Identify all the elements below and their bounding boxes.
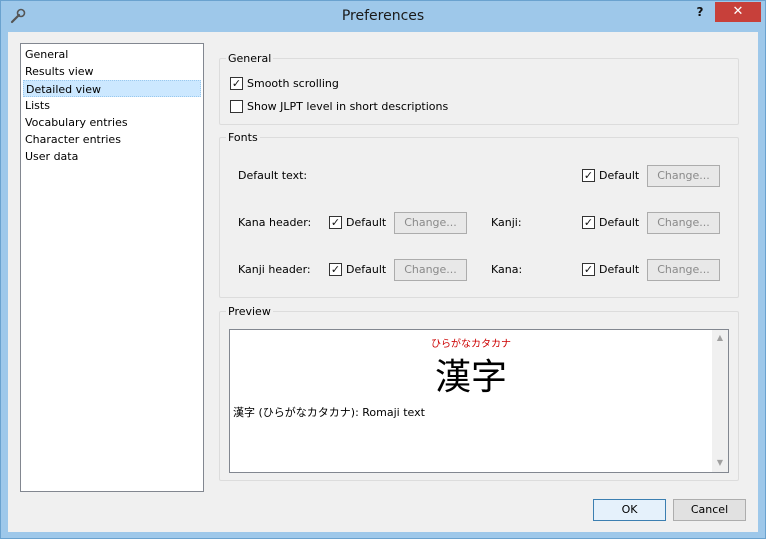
default-text-label: Default text:: [238, 169, 308, 182]
general-group: General ✓ Smooth scrolling Show JLPT lev…: [219, 52, 739, 125]
scroll-down-icon[interactable]: ▼: [715, 458, 725, 467]
kanji-label: Kanji:: [491, 216, 522, 229]
nav-item-lists[interactable]: Lists: [23, 97, 201, 114]
kanji-default-label: Default: [599, 216, 640, 229]
show-jlpt-label: Show JLPT level in short descriptions: [247, 100, 449, 113]
kana-default-checkbox[interactable]: ✓: [582, 263, 595, 276]
preview-pane[interactable]: ひらがなカタカナ 漢字 漢字 (ひらがなカタカナ): Romaji text ▲…: [229, 329, 729, 473]
kanji-header-default-label: Default: [346, 263, 387, 276]
fonts-group: Fonts Default text: ✓ Default Change... …: [219, 131, 739, 298]
smooth-scrolling-label: Smooth scrolling: [247, 77, 339, 90]
kanji-header-default-checkbox[interactable]: ✓: [329, 263, 342, 276]
general-group-title: General: [226, 52, 274, 65]
window-title: Preferences: [341, 8, 425, 24]
scroll-up-icon[interactable]: ▲: [715, 333, 725, 342]
help-button[interactable]: ?: [687, 2, 713, 22]
default-text-change-button[interactable]: Change...: [647, 165, 720, 187]
nav-item-user-data[interactable]: User data: [23, 148, 201, 165]
preview-short-description: 漢字 (ひらがなカタカナ): Romaji text: [233, 406, 425, 419]
kanji-change-button[interactable]: Change...: [647, 212, 720, 234]
smooth-scrolling-checkbox[interactable]: ✓: [230, 77, 243, 90]
preview-group-title: Preview: [226, 305, 273, 318]
ok-button[interactable]: OK: [593, 499, 666, 521]
kana-header-default-checkbox[interactable]: ✓: [329, 216, 342, 229]
kanji-header-label: Kanji header:: [238, 263, 311, 276]
kana-header-label: Kana header:: [238, 216, 312, 229]
nav-item-general[interactable]: General: [23, 46, 201, 63]
preview-scrollbar[interactable]: ▲ ▼: [712, 330, 728, 472]
title-bar[interactable]: Preferences ? ✕: [1, 1, 765, 32]
dialog-client-area: General Results view Detailed view Lists…: [8, 32, 758, 532]
fonts-group-title: Fonts: [226, 131, 260, 144]
category-list[interactable]: General Results view Detailed view Lists…: [20, 43, 204, 492]
kana-default-label: Default: [599, 263, 640, 276]
preview-kanji: 漢字: [434, 357, 507, 398]
kanji-header-change-button[interactable]: Change...: [394, 259, 467, 281]
preview-group: Preview ひらがなカタカナ 漢字 漢字 (ひらがなカタカナ): Romaj…: [219, 305, 739, 481]
show-jlpt-checkbox[interactable]: [230, 100, 243, 113]
kanji-default-checkbox[interactable]: ✓: [582, 216, 595, 229]
cancel-button[interactable]: Cancel: [673, 499, 746, 521]
kana-label: Kana:: [491, 263, 523, 276]
default-text-default-checkbox[interactable]: ✓: [582, 169, 595, 182]
nav-item-character-entries[interactable]: Character entries: [23, 131, 201, 148]
nav-item-detailed-view[interactable]: Detailed view: [23, 80, 201, 97]
kana-header-change-button[interactable]: Change...: [394, 212, 467, 234]
kana-header-default-label: Default: [346, 216, 387, 229]
nav-item-results-view[interactable]: Results view: [23, 63, 201, 80]
default-text-default-label: Default: [599, 169, 640, 182]
kana-change-button[interactable]: Change...: [647, 259, 720, 281]
close-button[interactable]: ✕: [715, 2, 761, 22]
preferences-window: Preferences ? ✕ General Results view Det…: [0, 0, 766, 539]
nav-item-vocabulary-entries[interactable]: Vocabulary entries: [23, 114, 201, 131]
